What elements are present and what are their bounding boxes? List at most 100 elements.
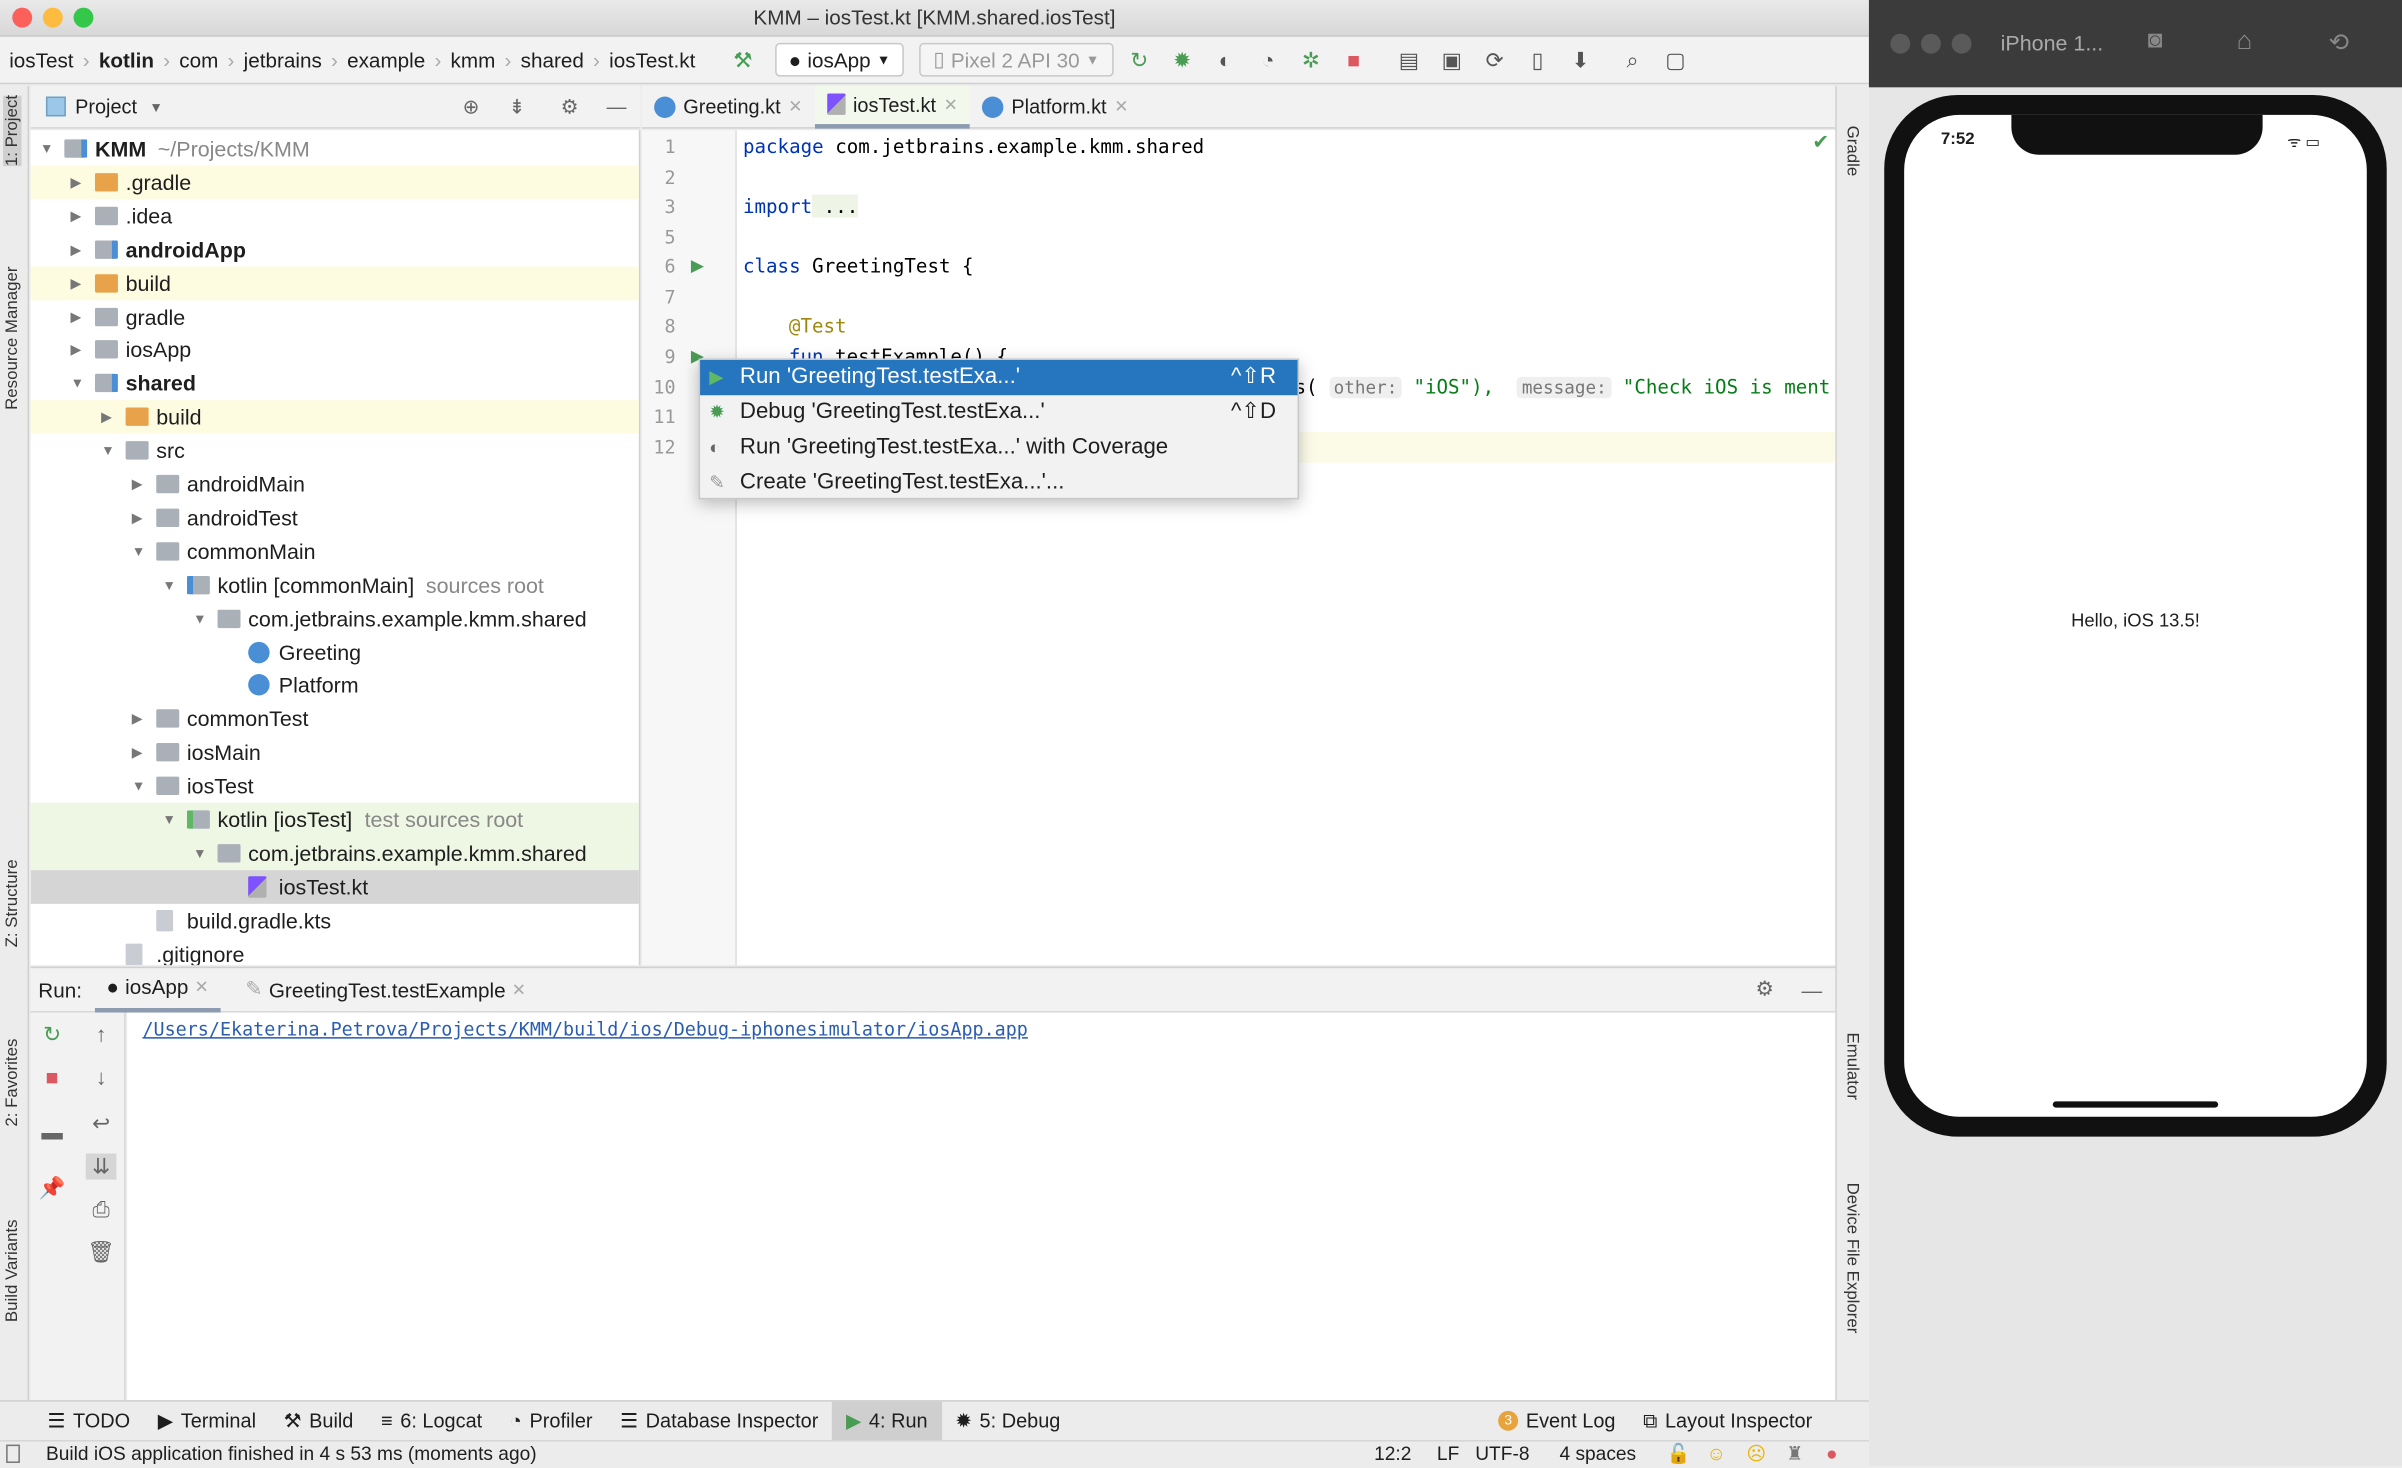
no-problems-check-icon[interactable]: ✔ (1812, 130, 1829, 155)
build-variants-tool-button[interactable]: Build Variants (3, 1219, 21, 1322)
avd-manager-icon[interactable]: ▯ (1521, 47, 1555, 73)
run-console[interactable]: /Users/Ekaterina.Petrova/Projects/KMM/bu… (127, 1012, 1836, 1401)
event-log-tool-button[interactable]: 3 Event Log (1484, 1401, 1629, 1441)
tree-item[interactable]: build.gradle.kts (31, 903, 639, 937)
build-tool-button[interactable]: ⚒ Build (270, 1401, 367, 1441)
collapsed-arrow-icon[interactable]: ▶ (70, 199, 81, 233)
indent-setting[interactable]: 4 spaces (1559, 1442, 1636, 1468)
tree-item[interactable]: ▼ com.jetbrains.example.kmm.shared (31, 601, 639, 635)
close-tab-icon[interactable]: ✕ (944, 94, 958, 114)
run-config-select[interactable]: ● iosApp ▼ (775, 42, 905, 77)
print-icon[interactable]: ⎙ (86, 1196, 117, 1222)
breadcrumb-item[interactable]: com (179, 48, 218, 71)
inspector-icon[interactable]: ♜ (1786, 1442, 1803, 1468)
structure-tool-button[interactable]: Z: Structure (3, 859, 21, 947)
breadcrumb-item[interactable]: iosTest.kt (609, 48, 695, 71)
tree-item[interactable]: ▼ iosTest (31, 769, 639, 803)
close-tab-icon[interactable]: ✕ (1114, 97, 1128, 116)
tree-item[interactable]: ▼ com.jetbrains.example.kmm.shared (30, 836, 639, 870)
expanded-arrow-icon[interactable]: ▼ (70, 367, 84, 401)
tree-item[interactable]: ▶ .idea (31, 199, 639, 233)
tree-item[interactable]: ▶ androidTest (31, 501, 639, 535)
tree-item[interactable]: ▼ src (31, 434, 639, 468)
tree-item[interactable]: ▶ iosApp (31, 333, 639, 367)
chevron-down-icon[interactable]: ▼ (149, 99, 163, 114)
tree-item[interactable]: ▼ kotlin [iosTest] test sources root (30, 802, 639, 837)
project-structure-icon[interactable]: ▤ (1392, 47, 1426, 73)
rotate-icon[interactable]: ⟲ (2328, 28, 2349, 59)
project-view-select[interactable]: Project (75, 95, 137, 118)
tree-item[interactable]: Greeting (31, 635, 639, 669)
close-tab-icon[interactable]: ✕ (788, 97, 802, 116)
stop-icon[interactable]: ■ (1337, 47, 1371, 72)
run-tab-iosapp[interactable]: ● iosApp ✕ (94, 967, 221, 1012)
run-tool-button[interactable]: ▶ 4: Run (832, 1400, 942, 1441)
breadcrumb-item[interactable]: iosTest (9, 48, 73, 71)
tree-item[interactable]: ▶ androidMain (31, 467, 639, 501)
tree-item[interactable]: iosTest.kt (30, 869, 639, 904)
coverage-icon[interactable]: ◐ (1208, 47, 1242, 72)
menu-item-debug[interactable]: ✹ Debug 'GreetingTest.testExa...' ^⇧D (700, 395, 1297, 430)
tree-item[interactable]: ▶ commonTest (31, 702, 639, 736)
expanded-arrow-icon[interactable]: ▼ (101, 434, 115, 468)
tree-item[interactable]: ▶ .gradle (30, 165, 639, 199)
error-icon[interactable]: ● (1826, 1442, 1838, 1468)
tree-item[interactable]: ▶ build (30, 265, 639, 300)
search-icon[interactable]: ⌕ (1616, 47, 1650, 73)
collapsed-arrow-icon[interactable]: ▶ (70, 232, 81, 266)
tree-item[interactable]: ▼ KMM ~/Projects/KMM (31, 132, 639, 166)
gradle-tool-button[interactable]: Gradle (1843, 126, 1861, 177)
lock-icon[interactable]: 🔓 (1667, 1442, 1691, 1468)
file-encoding[interactable]: UTF-8 (1475, 1442, 1529, 1468)
expanded-arrow-icon[interactable]: ▼ (193, 601, 207, 635)
debug-tool-button[interactable]: ✹ 5: Debug (941, 1401, 1074, 1441)
code-editor[interactable]: package com.jetbrains.example.kmm.shared… (736, 130, 1836, 966)
profiler-tool-button[interactable]: ◔ Profiler (496, 1401, 606, 1441)
hide-panel-icon[interactable]: — (607, 95, 627, 118)
sad-feedback-icon[interactable]: ☹ (1746, 1442, 1766, 1468)
gradle-sync-icon[interactable]: ⟳ (1478, 47, 1512, 73)
iphone-screen[interactable]: 7:52 ᯤ ▭ Hello, iOS 13.5! (1904, 114, 2367, 1117)
tab-greeting-kt[interactable]: Greeting.kt ✕ (642, 85, 815, 128)
arrow-down-icon[interactable]: ↓ (86, 1065, 117, 1090)
tab-platform-kt[interactable]: Platform.kt ✕ (970, 85, 1141, 128)
tree-item[interactable]: Platform (31, 669, 639, 703)
home-icon[interactable]: ⌂ (2237, 26, 2253, 57)
stop-icon[interactable]: ■ (37, 1065, 68, 1090)
collapsed-arrow-icon[interactable]: ▶ (132, 736, 143, 770)
breadcrumb-item[interactable]: example (347, 48, 425, 71)
menu-item-create-config[interactable]: ✎ Create 'GreetingTest.testExa...'... (700, 466, 1297, 501)
expanded-arrow-icon[interactable]: ▼ (132, 534, 146, 568)
terminal-tool-button[interactable]: ▶ Terminal (144, 1401, 270, 1441)
hide-panel-icon[interactable]: — (1802, 978, 1823, 1001)
database-inspector-tool-button[interactable]: ☰ Database Inspector (606, 1401, 832, 1441)
collapsed-arrow-icon[interactable]: ▶ (70, 266, 81, 300)
build-hammer-icon[interactable]: ⚒ (726, 47, 760, 73)
collapsed-arrow-icon[interactable]: ▶ (132, 467, 143, 501)
soft-wrap-icon[interactable]: ↩ (86, 1111, 117, 1137)
rerun-icon[interactable]: ↻ (1122, 47, 1156, 73)
tab-iostest-kt[interactable]: iosTest.kt ✕ (814, 85, 971, 128)
toggle-panels-icon[interactable] (6, 1444, 20, 1463)
tree-item[interactable]: ▶ build (30, 400, 639, 434)
line-separator[interactable]: LF (1437, 1442, 1459, 1468)
collapsed-arrow-icon[interactable]: ▶ (132, 702, 143, 736)
maximize-window-button[interactable] (73, 7, 94, 28)
output-path-link[interactable]: /Users/Ekaterina.Petrova/Projects/KMM/bu… (142, 1019, 1027, 1040)
device-file-explorer-tool-button[interactable]: Device File Explorer (1843, 1183, 1861, 1334)
gear-icon[interactable]: ⚙ (561, 94, 579, 119)
collapse-all-icon[interactable]: ⇟ (509, 94, 526, 119)
gear-icon[interactable]: ⚙ (1756, 977, 1775, 1002)
logcat-tool-button[interactable]: ≡ 6: Logcat (367, 1401, 496, 1441)
screenshot-icon[interactable]: ◙ (2148, 28, 2163, 56)
layout-icon[interactable]: ▬ (37, 1120, 68, 1145)
happy-feedback-icon[interactable]: ☺ (1707, 1442, 1727, 1468)
collapsed-arrow-icon[interactable]: ▶ (70, 333, 81, 367)
device-select[interactable]: ▯ Pixel 2 API 30 ▼ (919, 42, 1114, 77)
minimize-window-button[interactable] (42, 7, 63, 28)
expanded-arrow-icon[interactable]: ▼ (162, 568, 176, 602)
attach-debugger-icon[interactable]: ✲ (1294, 47, 1328, 73)
account-icon[interactable]: ▢ (1659, 47, 1693, 73)
profiler-icon[interactable]: ◔ (1251, 47, 1285, 72)
collapsed-arrow-icon[interactable]: ▶ (101, 400, 112, 434)
